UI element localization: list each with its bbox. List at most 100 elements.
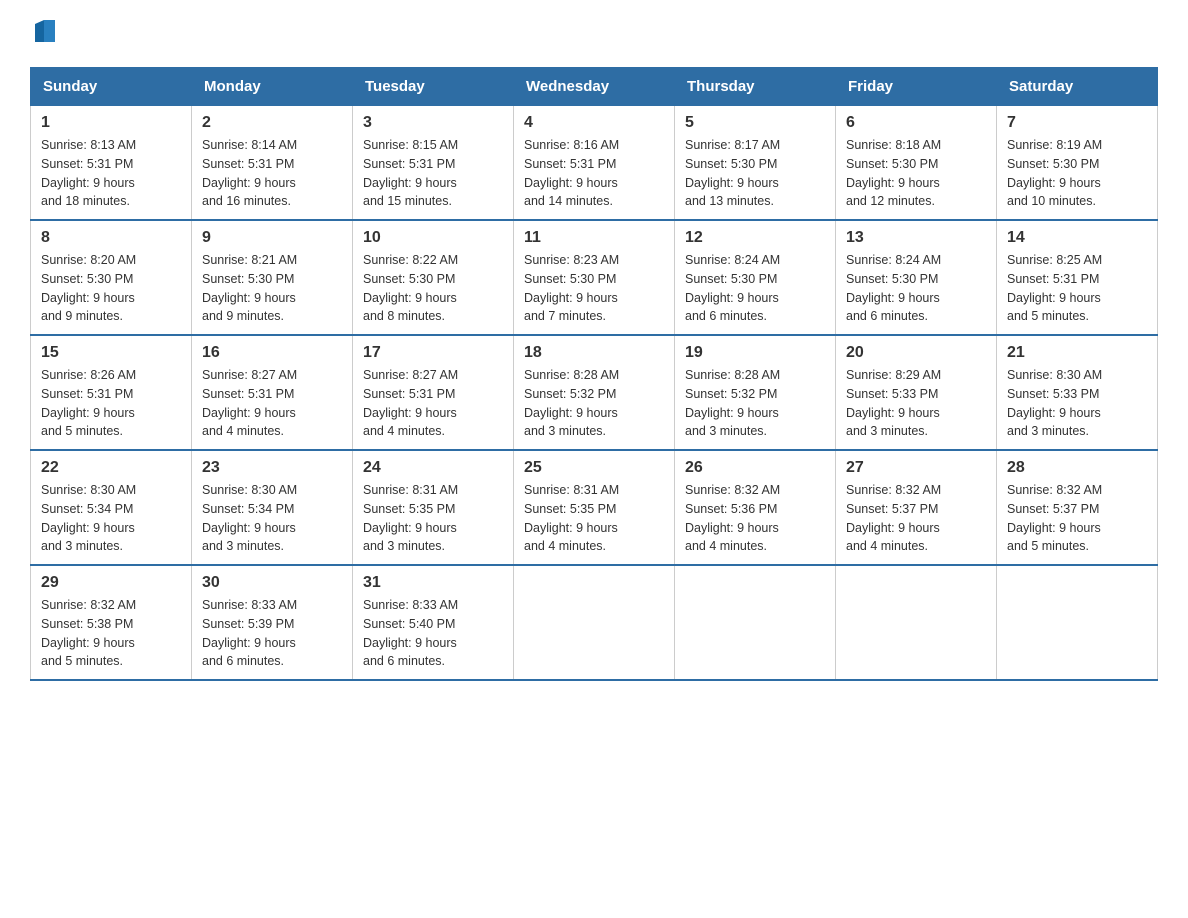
day-number: 30 xyxy=(202,574,342,592)
day-number: 19 xyxy=(685,344,825,362)
day-info: Sunrise: 8:32 AMSunset: 5:37 PMDaylight:… xyxy=(846,483,941,553)
day-number: 13 xyxy=(846,229,986,247)
table-cell: 4 Sunrise: 8:16 AMSunset: 5:31 PMDayligh… xyxy=(514,106,675,221)
table-cell: 24 Sunrise: 8:31 AMSunset: 5:35 PMDaylig… xyxy=(353,450,514,565)
table-cell: 14 Sunrise: 8:25 AMSunset: 5:31 PMDaylig… xyxy=(997,220,1158,335)
day-info: Sunrise: 8:14 AMSunset: 5:31 PMDaylight:… xyxy=(202,138,297,208)
table-cell: 11 Sunrise: 8:23 AMSunset: 5:30 PMDaylig… xyxy=(514,220,675,335)
day-info: Sunrise: 8:15 AMSunset: 5:31 PMDaylight:… xyxy=(363,138,458,208)
day-info: Sunrise: 8:30 AMSunset: 5:34 PMDaylight:… xyxy=(202,483,297,553)
day-info: Sunrise: 8:17 AMSunset: 5:30 PMDaylight:… xyxy=(685,138,780,208)
day-number: 18 xyxy=(524,344,664,362)
calendar-header-row: SundayMondayTuesdayWednesdayThursdayFrid… xyxy=(31,68,1158,106)
day-info: Sunrise: 8:22 AMSunset: 5:30 PMDaylight:… xyxy=(363,253,458,323)
table-cell: 22 Sunrise: 8:30 AMSunset: 5:34 PMDaylig… xyxy=(31,450,192,565)
day-info: Sunrise: 8:30 AMSunset: 5:33 PMDaylight:… xyxy=(1007,368,1102,438)
table-cell: 7 Sunrise: 8:19 AMSunset: 5:30 PMDayligh… xyxy=(997,106,1158,221)
table-cell: 25 Sunrise: 8:31 AMSunset: 5:35 PMDaylig… xyxy=(514,450,675,565)
table-cell: 31 Sunrise: 8:33 AMSunset: 5:40 PMDaylig… xyxy=(353,565,514,680)
day-info: Sunrise: 8:30 AMSunset: 5:34 PMDaylight:… xyxy=(41,483,136,553)
table-cell: 28 Sunrise: 8:32 AMSunset: 5:37 PMDaylig… xyxy=(997,450,1158,565)
day-number: 27 xyxy=(846,459,986,477)
week-row-3: 15 Sunrise: 8:26 AMSunset: 5:31 PMDaylig… xyxy=(31,335,1158,450)
table-cell: 17 Sunrise: 8:27 AMSunset: 5:31 PMDaylig… xyxy=(353,335,514,450)
day-number: 20 xyxy=(846,344,986,362)
day-info: Sunrise: 8:28 AMSunset: 5:32 PMDaylight:… xyxy=(524,368,619,438)
table-cell: 5 Sunrise: 8:17 AMSunset: 5:30 PMDayligh… xyxy=(675,106,836,221)
day-number: 29 xyxy=(41,574,181,592)
day-info: Sunrise: 8:32 AMSunset: 5:37 PMDaylight:… xyxy=(1007,483,1102,553)
table-cell: 27 Sunrise: 8:32 AMSunset: 5:37 PMDaylig… xyxy=(836,450,997,565)
table-cell: 12 Sunrise: 8:24 AMSunset: 5:30 PMDaylig… xyxy=(675,220,836,335)
day-number: 25 xyxy=(524,459,664,477)
day-info: Sunrise: 8:31 AMSunset: 5:35 PMDaylight:… xyxy=(524,483,619,553)
day-info: Sunrise: 8:25 AMSunset: 5:31 PMDaylight:… xyxy=(1007,253,1102,323)
table-cell: 21 Sunrise: 8:30 AMSunset: 5:33 PMDaylig… xyxy=(997,335,1158,450)
header-tuesday: Tuesday xyxy=(353,68,514,106)
table-cell: 20 Sunrise: 8:29 AMSunset: 5:33 PMDaylig… xyxy=(836,335,997,450)
table-cell: 8 Sunrise: 8:20 AMSunset: 5:30 PMDayligh… xyxy=(31,220,192,335)
day-number: 31 xyxy=(363,574,503,592)
day-number: 21 xyxy=(1007,344,1147,362)
table-cell: 10 Sunrise: 8:22 AMSunset: 5:30 PMDaylig… xyxy=(353,220,514,335)
table-cell: 16 Sunrise: 8:27 AMSunset: 5:31 PMDaylig… xyxy=(192,335,353,450)
table-cell xyxy=(836,565,997,680)
table-cell: 26 Sunrise: 8:32 AMSunset: 5:36 PMDaylig… xyxy=(675,450,836,565)
table-cell: 23 Sunrise: 8:30 AMSunset: 5:34 PMDaylig… xyxy=(192,450,353,565)
table-cell: 3 Sunrise: 8:15 AMSunset: 5:31 PMDayligh… xyxy=(353,106,514,221)
table-cell: 18 Sunrise: 8:28 AMSunset: 5:32 PMDaylig… xyxy=(514,335,675,450)
table-cell: 30 Sunrise: 8:33 AMSunset: 5:39 PMDaylig… xyxy=(192,565,353,680)
week-row-1: 1 Sunrise: 8:13 AMSunset: 5:31 PMDayligh… xyxy=(31,106,1158,221)
header-saturday: Saturday xyxy=(997,68,1158,106)
table-cell xyxy=(514,565,675,680)
day-info: Sunrise: 8:18 AMSunset: 5:30 PMDaylight:… xyxy=(846,138,941,208)
day-info: Sunrise: 8:24 AMSunset: 5:30 PMDaylight:… xyxy=(846,253,941,323)
table-cell: 19 Sunrise: 8:28 AMSunset: 5:32 PMDaylig… xyxy=(675,335,836,450)
header-wednesday: Wednesday xyxy=(514,68,675,106)
day-number: 10 xyxy=(363,229,503,247)
day-number: 16 xyxy=(202,344,342,362)
day-number: 15 xyxy=(41,344,181,362)
day-number: 6 xyxy=(846,114,986,132)
day-info: Sunrise: 8:23 AMSunset: 5:30 PMDaylight:… xyxy=(524,253,619,323)
day-number: 28 xyxy=(1007,459,1147,477)
header-thursday: Thursday xyxy=(675,68,836,106)
day-info: Sunrise: 8:13 AMSunset: 5:31 PMDaylight:… xyxy=(41,138,136,208)
day-number: 1 xyxy=(41,114,181,132)
day-number: 11 xyxy=(524,229,664,247)
logo xyxy=(30,20,55,47)
day-number: 2 xyxy=(202,114,342,132)
day-info: Sunrise: 8:19 AMSunset: 5:30 PMDaylight:… xyxy=(1007,138,1102,208)
table-cell: 6 Sunrise: 8:18 AMSunset: 5:30 PMDayligh… xyxy=(836,106,997,221)
calendar-table: SundayMondayTuesdayWednesdayThursdayFrid… xyxy=(30,67,1158,681)
day-info: Sunrise: 8:32 AMSunset: 5:38 PMDaylight:… xyxy=(41,598,136,668)
day-info: Sunrise: 8:29 AMSunset: 5:33 PMDaylight:… xyxy=(846,368,941,438)
table-cell: 9 Sunrise: 8:21 AMSunset: 5:30 PMDayligh… xyxy=(192,220,353,335)
day-number: 9 xyxy=(202,229,342,247)
table-cell xyxy=(675,565,836,680)
table-cell: 29 Sunrise: 8:32 AMSunset: 5:38 PMDaylig… xyxy=(31,565,192,680)
day-number: 3 xyxy=(363,114,503,132)
day-number: 22 xyxy=(41,459,181,477)
week-row-5: 29 Sunrise: 8:32 AMSunset: 5:38 PMDaylig… xyxy=(31,565,1158,680)
day-info: Sunrise: 8:21 AMSunset: 5:30 PMDaylight:… xyxy=(202,253,297,323)
day-info: Sunrise: 8:33 AMSunset: 5:39 PMDaylight:… xyxy=(202,598,297,668)
table-cell: 15 Sunrise: 8:26 AMSunset: 5:31 PMDaylig… xyxy=(31,335,192,450)
day-info: Sunrise: 8:33 AMSunset: 5:40 PMDaylight:… xyxy=(363,598,458,668)
day-info: Sunrise: 8:32 AMSunset: 5:36 PMDaylight:… xyxy=(685,483,780,553)
day-number: 14 xyxy=(1007,229,1147,247)
day-number: 5 xyxy=(685,114,825,132)
table-cell: 2 Sunrise: 8:14 AMSunset: 5:31 PMDayligh… xyxy=(192,106,353,221)
day-number: 12 xyxy=(685,229,825,247)
logo-line1 xyxy=(30,20,55,47)
table-cell xyxy=(997,565,1158,680)
day-number: 17 xyxy=(363,344,503,362)
day-info: Sunrise: 8:27 AMSunset: 5:31 PMDaylight:… xyxy=(363,368,458,438)
day-info: Sunrise: 8:28 AMSunset: 5:32 PMDaylight:… xyxy=(685,368,780,438)
day-number: 23 xyxy=(202,459,342,477)
page-header xyxy=(30,20,1158,47)
header-friday: Friday xyxy=(836,68,997,106)
day-info: Sunrise: 8:20 AMSunset: 5:30 PMDaylight:… xyxy=(41,253,136,323)
day-info: Sunrise: 8:31 AMSunset: 5:35 PMDaylight:… xyxy=(363,483,458,553)
day-info: Sunrise: 8:26 AMSunset: 5:31 PMDaylight:… xyxy=(41,368,136,438)
